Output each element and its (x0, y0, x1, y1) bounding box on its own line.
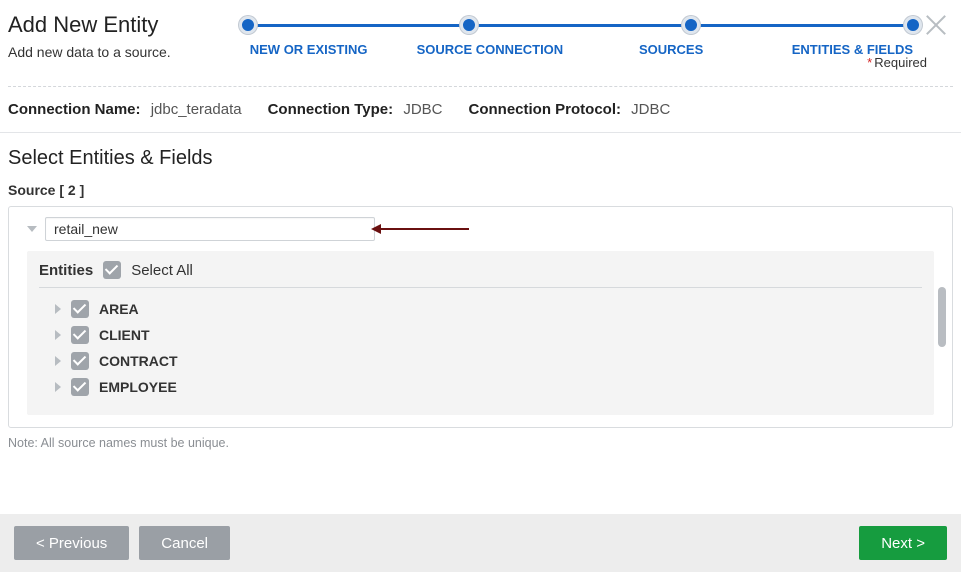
step-node-4[interactable] (904, 16, 922, 34)
select-all-label: Select All (131, 262, 193, 279)
footnote: Note: All source names must be unique. (0, 428, 961, 450)
title-block: Add New Entity Add new data to a source. (8, 12, 208, 60)
connection-name-value: jdbc_teradata (151, 101, 242, 118)
source-dropdown-icon[interactable] (27, 226, 37, 232)
entity-row[interactable]: AREA (39, 296, 922, 322)
entity-name: CONTRACT (99, 353, 178, 369)
entity-checkbox[interactable] (71, 352, 89, 370)
required-star-icon: * (867, 55, 872, 70)
entity-name: EMPLOYEE (99, 379, 177, 395)
connection-type-label: Connection Type: (268, 101, 394, 118)
entity-row[interactable]: CONTRACT (39, 348, 922, 374)
required-indicator: *Required (867, 55, 927, 70)
entities-list-block: Entities Select All AREA CLIENT CONTRACT (27, 251, 934, 415)
connection-protocol-label: Connection Protocol: (469, 101, 622, 118)
entity-checkbox[interactable] (71, 300, 89, 318)
connection-protocol-value: JDBC (631, 101, 670, 118)
connection-protocol: Connection Protocol: JDBC (469, 101, 671, 118)
stepper-track (248, 24, 913, 27)
cancel-button[interactable]: Cancel (139, 526, 230, 560)
dialog-title: Add New Entity (8, 12, 208, 38)
step-node-2[interactable] (460, 16, 478, 34)
step-node-3[interactable] (682, 16, 700, 34)
entity-name: CLIENT (99, 327, 150, 343)
source-name-input[interactable] (45, 217, 375, 241)
close-icon[interactable] (923, 12, 949, 38)
expand-icon[interactable] (55, 330, 61, 340)
connection-info-row: Connection Name: jdbc_teradata Connectio… (0, 87, 961, 133)
entity-checkbox[interactable] (71, 326, 89, 344)
next-button[interactable]: Next > (859, 526, 947, 560)
select-all-checkbox[interactable] (103, 261, 121, 279)
entity-checkbox[interactable] (71, 378, 89, 396)
dialog-subtitle: Add new data to a source. (8, 44, 208, 60)
source-row (27, 217, 934, 241)
entity-name: AREA (99, 301, 139, 317)
step-label-new-existing[interactable]: NEW OR EXISTING (218, 42, 399, 57)
dialog-header: Add New Entity Add new data to a source.… (0, 0, 961, 60)
dialog-footer: < Previous Cancel Next > (0, 514, 961, 572)
step-node-1[interactable] (239, 16, 257, 34)
wizard-stepper: NEW OR EXISTING SOURCE CONNECTION SOURCE… (208, 12, 953, 57)
entity-row[interactable]: EMPLOYEE (39, 374, 922, 400)
connection-type: Connection Type: JDBC (268, 101, 443, 118)
connection-name: Connection Name: jdbc_teradata (8, 101, 242, 118)
expand-icon[interactable] (55, 356, 61, 366)
required-label: Required (874, 55, 927, 70)
entity-row[interactable]: CLIENT (39, 322, 922, 348)
scrollbar-thumb[interactable] (938, 287, 946, 347)
entities-panel: Entities Select All AREA CLIENT CONTRACT (8, 206, 953, 428)
entities-header-label: Entities (39, 262, 93, 279)
section-title: Select Entities & Fields (0, 133, 961, 176)
step-label-source-connection[interactable]: SOURCE CONNECTION (399, 42, 580, 57)
annotation-arrow-icon (379, 228, 469, 230)
previous-button[interactable]: < Previous (14, 526, 129, 560)
expand-icon[interactable] (55, 382, 61, 392)
source-count-label: Source [ 2 ] (0, 176, 961, 202)
step-label-sources[interactable]: SOURCES (581, 42, 762, 57)
connection-type-value: JDBC (403, 101, 442, 118)
entities-header: Entities Select All (39, 261, 922, 288)
connection-name-label: Connection Name: (8, 101, 141, 118)
expand-icon[interactable] (55, 304, 61, 314)
